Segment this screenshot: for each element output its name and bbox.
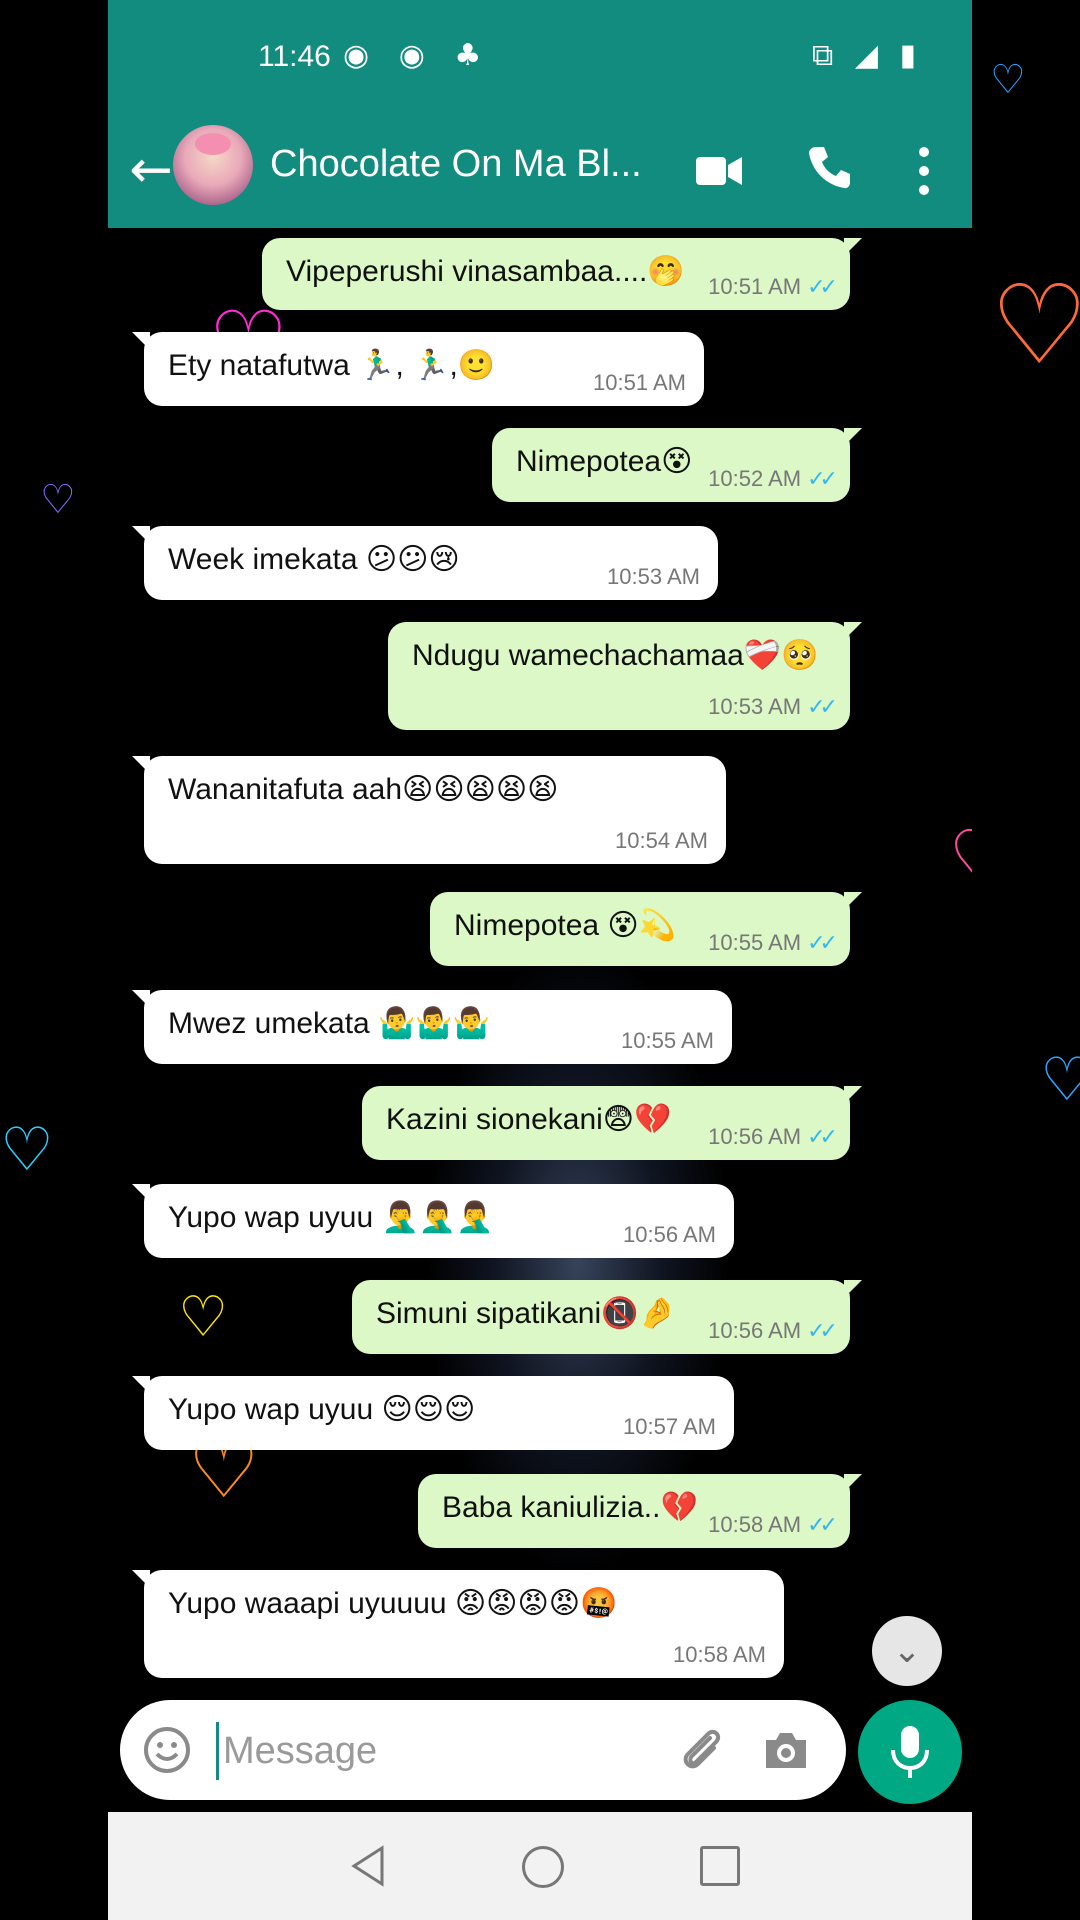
neon-heart-decoration: ♡ — [1040, 1045, 1080, 1115]
message-time: 10:53 AM — [607, 564, 700, 589]
message-meta: 10:55 AM — [621, 1028, 714, 1054]
contact-avatar[interactable] — [173, 125, 253, 205]
microphone-icon — [891, 1726, 929, 1778]
message-incoming[interactable]: Mwez umekata 🤷‍♂️🤷‍♂️🤷‍♂️ 10:55 AM — [132, 990, 732, 1064]
voice-call-icon[interactable] — [806, 143, 854, 191]
chat-header: ← Chocolate On Ma Bl... — [108, 115, 972, 228]
read-receipt-icon: ✓✓ — [807, 466, 838, 491]
message-text: Nimepotea😵 — [516, 445, 693, 478]
neon-heart-decoration: ♡ — [990, 57, 1026, 103]
message-outgoing[interactable]: Simuni sipatikani📵🤌 10:56 AM ✓✓ — [352, 1280, 862, 1354]
message-meta: 10:54 AM — [615, 828, 708, 854]
phone-screen: ♡ ♡ ♡ ♡ 11:46 ◉ ◉ ♣ ⧉ ◢ ▮ ← Chocolate On… — [108, 0, 972, 1920]
neon-heart-decoration: ♡ — [40, 477, 76, 523]
read-receipt-icon: ✓✓ — [807, 694, 838, 719]
message-composer — [120, 1700, 846, 1800]
system-nav-bar — [108, 1812, 972, 1920]
message-outgoing[interactable]: Ndugu wamechachamaa❤️‍🩹🥺 10:53 AM ✓✓ — [388, 622, 862, 730]
nav-recents-icon[interactable] — [700, 1846, 740, 1886]
voice-record-button[interactable] — [858, 1700, 962, 1804]
read-receipt-icon: ✓✓ — [807, 1318, 838, 1343]
message-outgoing[interactable]: Vipeperushi vinasambaa....🤭 10:51 AM ✓✓ — [262, 238, 862, 310]
read-receipt-icon: ✓✓ — [807, 1512, 838, 1537]
message-meta: 10:55 AM ✓✓ — [708, 930, 838, 956]
message-text: Wananitafuta aah😫😫😫😫😫 — [168, 773, 559, 806]
message-meta: 10:56 AM — [623, 1222, 716, 1248]
message-text: Ndugu wamechachamaa❤️‍🩹🥺 — [412, 639, 819, 672]
message-incoming[interactable]: Yupo wap uyuu 🤦‍♂️🤦‍♂️🤦‍♂️ 10:56 AM — [132, 1184, 734, 1258]
message-text: Ety natafutwa 🏃‍♂️, 🏃‍♂️,🙂 — [168, 349, 496, 382]
message-text: Week imekata 😕😕😢 — [168, 543, 460, 576]
status-bar: 11:46 ◉ ◉ ♣ ⧉ ◢ ▮ — [108, 0, 972, 115]
message-meta: 10:56 AM ✓✓ — [708, 1318, 838, 1344]
message-input[interactable] — [216, 1722, 645, 1780]
message-outgoing[interactable]: Nimepotea 😵💫 10:55 AM ✓✓ — [430, 892, 862, 966]
nav-home-icon[interactable] — [522, 1846, 564, 1888]
message-time: 10:56 AM — [623, 1222, 716, 1247]
message-incoming[interactable]: Week imekata 😕😕😢 10:53 AM — [132, 526, 718, 600]
message-meta: 10:51 AM — [593, 370, 686, 396]
message-meta: 10:57 AM — [623, 1414, 716, 1440]
message-time: 10:51 AM — [708, 274, 802, 299]
more-options-icon[interactable] — [916, 145, 932, 197]
nav-back-icon[interactable] — [348, 1844, 388, 1888]
message-incoming[interactable]: Yupo wap uyuu 😌😌😌 10:57 AM — [132, 1376, 734, 1450]
message-time: 10:56 AM — [708, 1124, 802, 1149]
message-meta: 10:51 AM ✓✓ — [708, 274, 838, 300]
message-text: Kazini sionekani😨💔 — [386, 1103, 672, 1136]
message-meta: 10:52 AM ✓✓ — [708, 466, 838, 492]
message-meta: 10:58 AM ✓✓ — [708, 1512, 838, 1538]
message-time: 10:58 AM — [708, 1512, 802, 1537]
message-time: 10:52 AM — [708, 466, 802, 491]
system-status-icons: ⧉ ◢ ▮ — [811, 38, 922, 73]
message-incoming[interactable]: Ety natafutwa 🏃‍♂️, 🏃‍♂️,🙂 10:51 AM — [132, 332, 704, 406]
message-time: 10:51 AM — [593, 370, 686, 395]
message-text: Mwez umekata 🤷‍♂️🤷‍♂️🤷‍♂️ — [168, 1007, 491, 1040]
message-time: 10:55 AM — [621, 1028, 714, 1053]
scroll-to-bottom-button[interactable]: ⌄ — [872, 1616, 942, 1686]
video-call-icon[interactable] — [696, 151, 742, 191]
message-text: Yupo wap uyuu 🤦‍♂️🤦‍♂️🤦‍♂️ — [168, 1201, 494, 1234]
neon-heart-decoration: ♡ — [990, 261, 1080, 389]
message-time: 10:57 AM — [623, 1414, 716, 1439]
read-receipt-icon: ✓✓ — [807, 274, 838, 299]
back-arrow-icon[interactable]: ← — [126, 135, 176, 205]
message-text: Vipeperushi vinasambaa....🤭 — [286, 255, 685, 288]
read-receipt-icon: ✓✓ — [807, 1124, 838, 1149]
message-meta: 10:53 AM ✓✓ — [708, 694, 838, 720]
emoji-icon[interactable] — [142, 1725, 192, 1775]
message-incoming[interactable]: Wananitafuta aah😫😫😫😫😫 10:54 AM — [132, 756, 726, 864]
camera-icon[interactable] — [762, 1728, 810, 1772]
chat-title[interactable]: Chocolate On Ma Bl... — [270, 143, 642, 186]
message-meta: 10:56 AM ✓✓ — [708, 1124, 838, 1150]
message-outgoing[interactable]: Kazini sionekani😨💔 10:56 AM ✓✓ — [362, 1086, 862, 1160]
message-time: 10:58 AM — [673, 1642, 766, 1667]
message-meta: 10:53 AM — [607, 564, 700, 590]
message-incoming[interactable]: Yupo waaapi uyuuuu 😡😡😡😡🤬 10:58 AM — [132, 1570, 784, 1678]
status-time: 11:46 — [258, 40, 331, 73]
neon-heart-decoration: ♡ — [0, 1115, 54, 1185]
message-time: 10:56 AM — [708, 1318, 802, 1343]
message-list: Vipeperushi vinasambaa....🤭 10:51 AM ✓✓ E… — [108, 228, 972, 1678]
message-text: Baba kaniulizia..💔 — [442, 1491, 698, 1524]
message-outgoing[interactable]: Baba kaniulizia..💔 10:58 AM ✓✓ — [418, 1474, 862, 1548]
message-text: Yupo waaapi uyuuuu 😡😡😡😡🤬 — [168, 1587, 618, 1620]
notification-icons: ◉ ◉ ♣ — [343, 38, 492, 73]
message-time: 10:53 AM — [708, 694, 802, 719]
message-text: Yupo wap uyuu 😌😌😌 — [168, 1393, 476, 1426]
message-time: 10:54 AM — [615, 828, 708, 853]
message-meta: 10:58 AM — [673, 1642, 766, 1668]
message-text: Simuni sipatikani📵🤌 — [376, 1297, 676, 1330]
message-outgoing[interactable]: Nimepotea😵 10:52 AM ✓✓ — [492, 428, 862, 502]
read-receipt-icon: ✓✓ — [807, 930, 838, 955]
message-text: Nimepotea 😵💫 — [454, 909, 677, 942]
message-time: 10:55 AM — [708, 930, 802, 955]
attach-icon[interactable] — [676, 1724, 728, 1776]
